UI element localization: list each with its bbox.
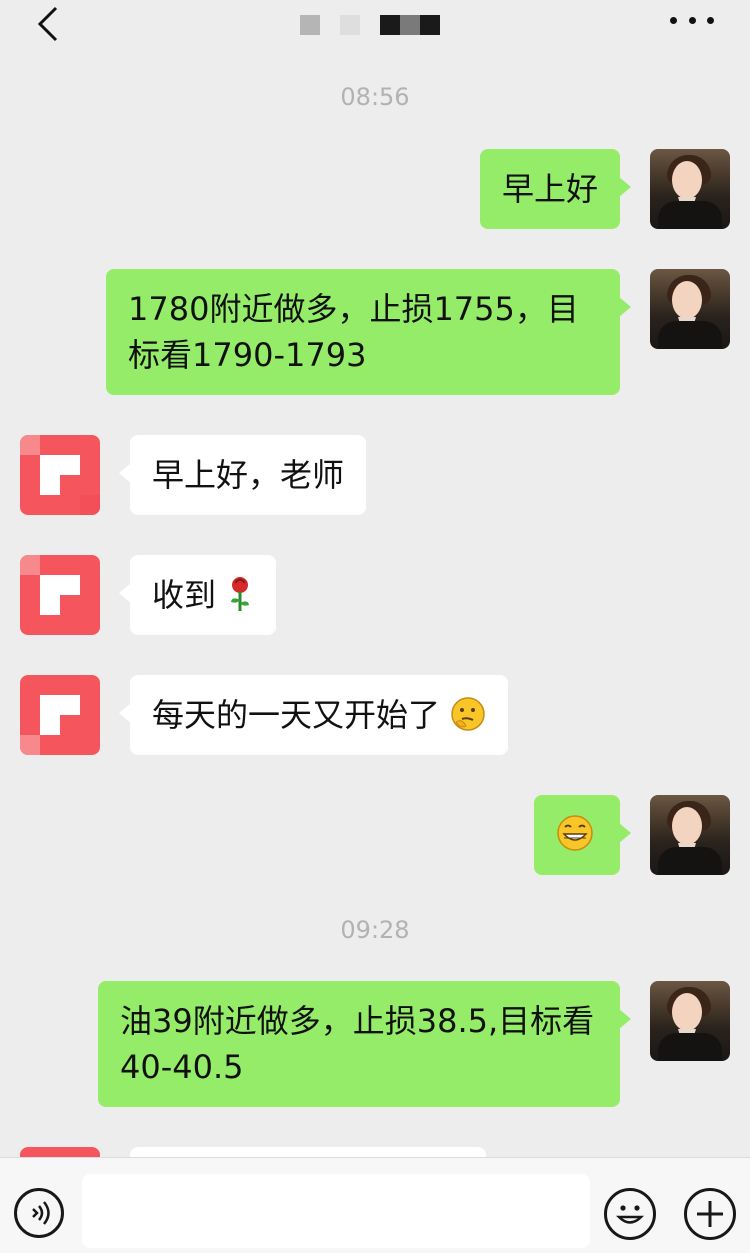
grinning-face-emoji — [557, 815, 593, 851]
sent-message[interactable]: 1780附近做多，止损1755，目标看1790-1793 — [106, 269, 631, 395]
thinking-face-emoji — [451, 697, 485, 731]
received-message[interactable]: 早上好，老师 — [118, 435, 367, 515]
more-dot — [688, 16, 696, 24]
redacted-block — [380, 15, 400, 35]
timestamp: 09:28 — [340, 916, 410, 944]
chat-header — [0, 0, 750, 56]
voice-icon — [32, 1201, 50, 1225]
message-list[interactable]: 08:56 早上好 1780附近做多，止损1755，目标看1790-1793 早… — [0, 56, 750, 1157]
smiley-icon — [615, 1205, 645, 1224]
received-message[interactable]: 收到 — [118, 555, 277, 635]
more-dot — [670, 16, 677, 24]
more-functions-button[interactable] — [684, 1188, 736, 1240]
my-avatar[interactable] — [650, 795, 730, 875]
message-input[interactable] — [82, 1174, 590, 1248]
received-message[interactable] — [130, 1147, 486, 1157]
redacted-block — [300, 15, 320, 35]
received-message[interactable]: 每天的一天又开始了 — [118, 675, 509, 755]
back-button[interactable] — [30, 4, 70, 44]
my-avatar[interactable] — [650, 269, 730, 349]
sent-message[interactable]: 油39附近做多，止损38.5,目标看40-40.5 — [98, 981, 631, 1107]
more-dot — [707, 16, 714, 24]
timestamp: 08:56 — [340, 83, 410, 111]
contact-avatar[interactable] — [20, 435, 100, 515]
redacted-block — [400, 15, 420, 35]
redacted-block — [340, 15, 360, 35]
message-text: 每天的一天又开始了 — [152, 696, 441, 734]
contact-avatar[interactable] — [20, 675, 100, 755]
my-avatar[interactable] — [650, 981, 730, 1061]
redacted-block — [420, 15, 440, 35]
more-options-button[interactable] — [670, 10, 714, 30]
voice-button[interactable] — [14, 1188, 64, 1238]
contact-avatar[interactable] — [20, 555, 100, 635]
chat-title-redacted — [300, 15, 450, 35]
sent-message[interactable] — [534, 795, 631, 875]
sent-message[interactable]: 早上好 — [479, 149, 632, 229]
contact-avatar[interactable] — [20, 1147, 100, 1157]
message-text: 收到 — [152, 576, 217, 614]
chevron-left-icon — [37, 6, 58, 42]
rose-emoji — [231, 577, 250, 611]
input-bar — [0, 1157, 750, 1253]
my-avatar[interactable] — [650, 149, 730, 229]
emoji-button[interactable] — [604, 1188, 656, 1240]
plus-icon — [697, 1201, 723, 1227]
